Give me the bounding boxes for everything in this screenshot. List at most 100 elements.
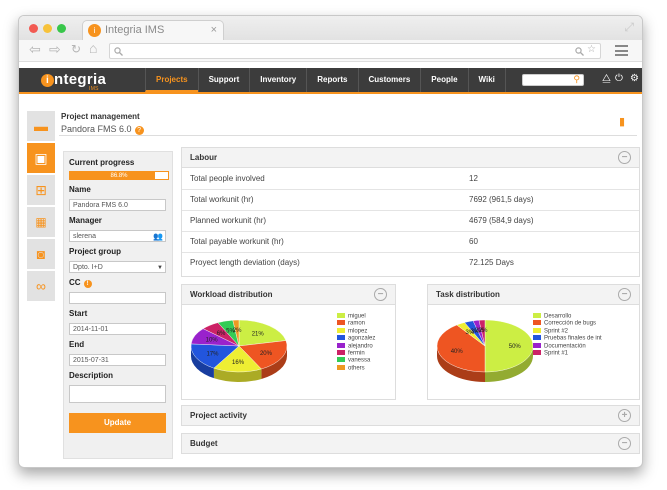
task-header[interactable]: Task distribution − <box>428 285 639 305</box>
collapse-icon[interactable]: − <box>618 288 631 301</box>
sidebar-people-button[interactable]: ◙ <box>27 239 55 269</box>
nav-wiki[interactable]: Wiki <box>467 68 506 92</box>
integria-logo[interactable]: i ntegria IMS <box>41 71 106 92</box>
nav-customers[interactable]: Customers <box>357 68 421 92</box>
legend-item: Sprint #2 <box>533 327 602 335</box>
end-date-field[interactable]: 2015-07-31 <box>69 354 166 366</box>
back-icon[interactable]: ⇦ <box>29 41 41 58</box>
legend-label: others <box>348 365 365 372</box>
nav-projects[interactable]: Projects <box>145 68 198 92</box>
cc-label: CC! <box>69 278 167 289</box>
budget-header[interactable]: Budget − <box>182 434 639 454</box>
row-value: 12 <box>469 168 639 190</box>
users-icon[interactable]: 👥 <box>153 231 163 242</box>
info-icon[interactable]: ! <box>83 280 92 288</box>
table-row: Proyect length deviation (days) 72.125 Da… <box>182 252 639 273</box>
bar-chart-icon[interactable]: ▮ <box>619 115 633 129</box>
name-label: Name <box>69 185 91 194</box>
legend-swatch <box>337 320 345 326</box>
legend-label: agonzalez <box>348 335 376 342</box>
sidebar-calendar-button[interactable]: ▦ <box>27 207 55 237</box>
collapse-icon[interactable]: − <box>374 288 387 301</box>
cc-field[interactable] <box>69 292 166 304</box>
legend-swatch <box>337 335 345 341</box>
power-icon[interactable]: ⏻ <box>615 73 623 84</box>
sidebar-projects-button[interactable]: ▬ <box>27 111 55 141</box>
zoom-icon[interactable] <box>575 47 584 56</box>
maximize-window-dot[interactable] <box>57 24 66 33</box>
legend-swatch <box>337 364 345 370</box>
close-tab-icon[interactable]: × <box>211 21 217 40</box>
legend-label: fermin <box>348 350 365 357</box>
start-value: 2014-11-01 <box>73 326 109 333</box>
legend-swatch <box>533 320 541 326</box>
labour-header[interactable]: Labour − <box>182 148 639 168</box>
legend-item: Desarrollo <box>533 313 602 320</box>
sidebar-add-project-button[interactable]: ⊞ <box>27 175 55 205</box>
budget-panel: Budget − <box>181 433 640 454</box>
description-field[interactable] <box>69 385 166 403</box>
pie-data-label: 17% <box>206 351 219 357</box>
legend-item: others <box>337 364 375 372</box>
row-label: Total people involved <box>182 168 469 190</box>
row-label: Total payable workunit (hr) <box>182 231 469 253</box>
reload-icon[interactable]: ↻ <box>71 42 81 56</box>
table-row: Planned workunit (hr) 4679 (584,9 days) <box>182 210 639 232</box>
legend-label: Corrección de bugs <box>544 320 597 327</box>
hamburger-menu-icon[interactable] <box>615 45 628 56</box>
sidebar-project-overview-button[interactable]: ▣ <box>27 143 55 173</box>
project-activity-panel: Project activity + <box>181 405 640 426</box>
nav-support[interactable]: Support <box>197 68 250 92</box>
end-label: End <box>69 340 85 349</box>
legend-swatch <box>533 327 541 333</box>
sidebar-gantt-button[interactable]: ∞ <box>27 271 55 301</box>
help-icon[interactable]: ? <box>134 126 144 135</box>
nav-reports[interactable]: Reports <box>306 68 357 92</box>
close-window-dot[interactable] <box>29 24 38 33</box>
brand-tag: IMS <box>89 86 99 92</box>
search-icon[interactable]: ⚲ <box>573 74 580 85</box>
legend-label: Documentación <box>544 343 586 350</box>
task-pie-chart: 50%40%3%3%2%2% <box>436 319 534 382</box>
manager-field[interactable]: slerena 👥 <box>69 230 166 242</box>
workload-header[interactable]: Workload distribution − <box>182 285 395 305</box>
cc-label-text: CC <box>69 278 81 287</box>
project-form: Current progress 86.8% Name Pandora FMS … <box>63 151 173 459</box>
collapse-icon[interactable]: − <box>618 437 631 450</box>
collapse-icon[interactable]: − <box>618 151 631 164</box>
briefcase-icon: ▣ <box>34 149 48 166</box>
legend-item: Pruebas finales de int <box>533 335 602 342</box>
forward-icon[interactable]: ⇨ <box>49 41 61 58</box>
task-panel: Task distribution − 50% 40% 3% 3% 2% 2% Desarr… <box>427 284 640 400</box>
legend-item: alejandro <box>337 342 375 350</box>
project-activity-header[interactable]: Project activity + <box>182 406 639 426</box>
pie-data-label: 20% <box>260 351 273 357</box>
nav-people[interactable]: People <box>420 68 467 92</box>
project-header: Project management Pandora FMS 6.0? ▮ <box>59 109 637 136</box>
legend-swatch <box>337 357 345 363</box>
name-field[interactable]: Pandora FMS 6.0 <box>69 199 166 211</box>
fullscreen-icon[interactable]: ⤢ <box>624 20 634 35</box>
minimize-window-dot[interactable] <box>43 24 52 33</box>
home-icon[interactable]: ⌂ <box>89 40 97 56</box>
update-button[interactable]: Update <box>69 413 166 433</box>
nav-inventory[interactable]: Inventory <box>249 68 306 92</box>
group-select[interactable]: Dpto. I+D ▼ <box>69 261 166 273</box>
pie-data-label: 2% <box>233 328 242 334</box>
group-label: Project group <box>69 247 122 256</box>
expand-icon[interactable]: + <box>618 409 631 422</box>
gear-icon[interactable]: ⚙ <box>630 73 639 84</box>
legend-label: Desarrollo <box>544 313 572 320</box>
progress-bar: 86.8% <box>69 171 169 180</box>
group-value: Dpto. I+D <box>73 264 103 271</box>
start-date-field[interactable]: 2014-11-01 <box>69 323 166 335</box>
integria-logo-icon: i <box>88 24 101 37</box>
legend-item: ramon <box>337 320 375 327</box>
address-input[interactable]: ☆ <box>109 43 601 59</box>
legend-swatch <box>337 313 345 318</box>
browser-tab[interactable]: i Integria IMS × <box>82 20 224 40</box>
global-search-input[interactable]: ⚲ <box>522 74 584 86</box>
bookmark-star-icon[interactable]: ☆ <box>587 44 596 55</box>
legend-label: Sprint #2 <box>544 328 569 335</box>
hierarchy-icon[interactable]: ⧋ <box>602 73 611 84</box>
